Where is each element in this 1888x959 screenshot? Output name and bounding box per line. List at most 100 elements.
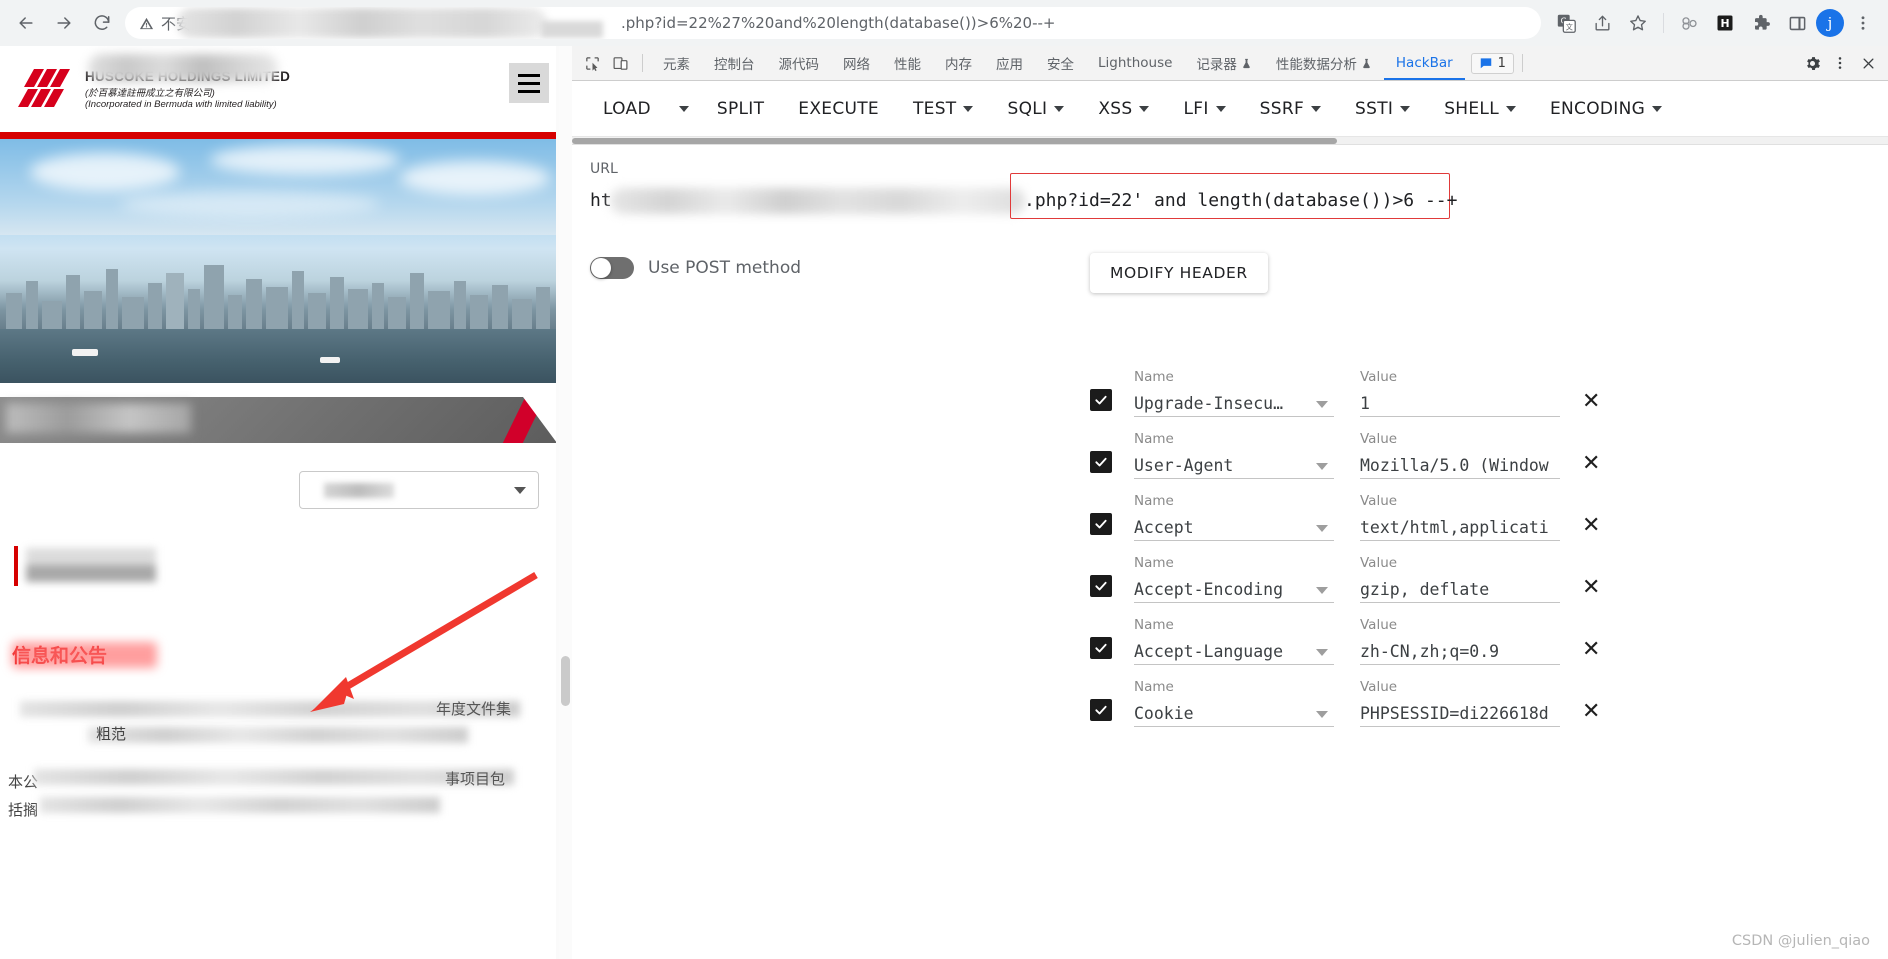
close-x-icon[interactable]: ✕ bbox=[1582, 453, 1600, 475]
modify-header-button[interactable]: MODIFY HEADER bbox=[1090, 253, 1268, 293]
shell-menu[interactable]: SHELL bbox=[1427, 89, 1533, 129]
share-icon[interactable] bbox=[1585, 6, 1619, 40]
tab-sources[interactable]: 源代码 bbox=[767, 46, 832, 80]
header-enabled-checkbox[interactable] bbox=[1090, 451, 1112, 473]
chevron-down-icon[interactable] bbox=[1316, 401, 1328, 408]
close-icon[interactable] bbox=[1854, 49, 1882, 77]
execute-button[interactable]: EXECUTE bbox=[781, 89, 896, 129]
hackbar-horizontal-scrollbar[interactable] bbox=[572, 137, 1888, 145]
header-enabled-checkbox[interactable] bbox=[1090, 513, 1112, 535]
ssti-menu[interactable]: SSTI bbox=[1338, 89, 1427, 129]
header-value-input[interactable]: Mozilla/5.0 (Window bbox=[1360, 453, 1560, 479]
header-value-input[interactable]: zh-CN,zh;q=0.9 bbox=[1360, 639, 1560, 665]
google-translate-icon[interactable]: G文 bbox=[1549, 6, 1583, 40]
tab-performance[interactable]: 性能 bbox=[882, 46, 933, 80]
header-name-field[interactable]: Name Cookie bbox=[1134, 679, 1334, 727]
chevron-down-icon[interactable] bbox=[1316, 525, 1328, 532]
chevron-down-icon[interactable] bbox=[1316, 711, 1328, 718]
header-name-field[interactable]: Name Accept-Language bbox=[1134, 617, 1334, 665]
chevron-down-icon[interactable] bbox=[1316, 649, 1328, 656]
side-panel-icon[interactable] bbox=[1780, 6, 1814, 40]
star-icon[interactable] bbox=[1621, 6, 1655, 40]
tab-label: HackBar bbox=[1395, 55, 1453, 71]
three-dot-menu-icon[interactable] bbox=[1826, 49, 1854, 77]
back-icon[interactable] bbox=[9, 6, 43, 40]
header-value-field[interactable]: Value gzip, deflate bbox=[1360, 555, 1560, 603]
xss-menu[interactable]: XSS bbox=[1081, 89, 1166, 129]
table-row: Name User-Agent Value Mozilla/5.0 (Windo… bbox=[1090, 417, 1880, 479]
header-value-field[interactable]: Value zh-CN,zh;q=0.9 bbox=[1360, 617, 1560, 665]
inspect-element-icon[interactable] bbox=[578, 49, 606, 77]
address-bar[interactable]: 不安 .php?id=22%27%20and%20length(database… bbox=[125, 7, 1541, 39]
console-message-badge[interactable]: 1 bbox=[1470, 52, 1514, 74]
header-name-input[interactable]: User-Agent bbox=[1134, 453, 1334, 479]
header-name-field[interactable]: Name Accept-Encoding bbox=[1134, 555, 1334, 603]
devtools-left-scrollbar[interactable] bbox=[559, 46, 572, 959]
sqli-menu[interactable]: SQLI bbox=[990, 89, 1081, 129]
chevron-down-icon[interactable] bbox=[1316, 463, 1328, 470]
header-value-input[interactable]: 1 bbox=[1360, 391, 1560, 417]
tab-console[interactable]: 控制台 bbox=[702, 46, 767, 80]
header-value-field[interactable]: Value PHPSESSID=di226618d bbox=[1360, 679, 1560, 727]
hamburger-menu-icon[interactable] bbox=[509, 63, 549, 103]
header-enabled-checkbox[interactable] bbox=[1090, 389, 1112, 411]
header-name-field[interactable]: Name User-Agent bbox=[1134, 431, 1334, 479]
close-x-icon[interactable]: ✕ bbox=[1582, 577, 1600, 599]
tab-memory[interactable]: 内存 bbox=[933, 46, 984, 80]
test-menu[interactable]: TEST bbox=[896, 89, 991, 129]
device-toolbar-icon[interactable] bbox=[606, 49, 634, 77]
split-button[interactable]: SPLIT bbox=[700, 89, 781, 129]
chevron-down-icon[interactable] bbox=[1316, 587, 1328, 594]
header-enabled-checkbox[interactable] bbox=[1090, 575, 1112, 597]
three-dot-menu-icon[interactable] bbox=[1846, 6, 1880, 40]
header-value-field[interactable]: Value Mozilla/5.0 (Window bbox=[1360, 431, 1560, 479]
extensions-puzzle-icon[interactable] bbox=[1744, 6, 1778, 40]
close-x-icon[interactable]: ✕ bbox=[1582, 639, 1600, 661]
tab-performance-insights[interactable]: 性能数据分析 bbox=[1264, 46, 1384, 80]
header-value-input[interactable]: text/html,applicati bbox=[1360, 515, 1560, 541]
header-name-input[interactable]: Accept-Language bbox=[1134, 639, 1334, 665]
gear-icon[interactable] bbox=[1798, 49, 1826, 77]
hackbar-scrollbar-thumb[interactable] bbox=[572, 138, 1337, 144]
tab-security[interactable]: 安全 bbox=[1035, 46, 1086, 80]
header-value-input[interactable]: gzip, deflate bbox=[1360, 577, 1560, 603]
tab-elements[interactable]: 元素 bbox=[651, 46, 702, 80]
load-label: LOAD bbox=[603, 98, 651, 119]
header-value-field[interactable]: Value 1 bbox=[1360, 369, 1560, 417]
header-name-field[interactable]: Name Accept bbox=[1134, 493, 1334, 541]
hackbar-extension-icon[interactable]: H bbox=[1708, 6, 1742, 40]
header-name-input[interactable]: Upgrade-Insecu… bbox=[1134, 391, 1334, 417]
header-name-input[interactable]: Cookie bbox=[1134, 701, 1334, 727]
tab-application[interactable]: 应用 bbox=[984, 46, 1035, 80]
ssrf-menu[interactable]: SSRF bbox=[1243, 89, 1338, 129]
forward-icon[interactable] bbox=[47, 6, 81, 40]
encoding-menu[interactable]: ENCODING bbox=[1533, 89, 1679, 129]
hero-cloud bbox=[210, 145, 400, 175]
header-name-input[interactable]: Accept bbox=[1134, 515, 1334, 541]
close-x-icon[interactable]: ✕ bbox=[1582, 391, 1600, 413]
devtools-left-scrollbar-thumb[interactable] bbox=[561, 656, 570, 706]
header-enabled-checkbox[interactable] bbox=[1090, 637, 1112, 659]
hero-cloud bbox=[120, 191, 380, 217]
reload-icon[interactable] bbox=[85, 6, 119, 40]
chain-extension-icon[interactable] bbox=[1672, 6, 1706, 40]
header-name-field[interactable]: Name Upgrade-Insecu… bbox=[1134, 369, 1334, 417]
quote-red-bar bbox=[14, 546, 18, 586]
header-value-field[interactable]: Value text/html,applicati bbox=[1360, 493, 1560, 541]
header-name-input[interactable]: Accept-Encoding bbox=[1134, 577, 1334, 603]
close-x-icon[interactable]: ✕ bbox=[1582, 515, 1600, 537]
header-value-input[interactable]: PHPSESSID=di226618d bbox=[1360, 701, 1560, 727]
avatar[interactable]: j bbox=[1816, 9, 1844, 37]
url-field-row: ht .php?id=22' and length(database())>6 … bbox=[590, 173, 1870, 223]
load-dropdown-caret[interactable] bbox=[668, 89, 700, 129]
header-enabled-checkbox[interactable] bbox=[1090, 699, 1112, 721]
year-select-dropdown[interactable] bbox=[299, 471, 539, 509]
tab-hackbar[interactable]: HackBar bbox=[1383, 46, 1465, 80]
close-x-icon[interactable]: ✕ bbox=[1582, 701, 1600, 723]
tab-network[interactable]: 网络 bbox=[831, 46, 882, 80]
tab-recorder[interactable]: 记录器 bbox=[1184, 46, 1264, 80]
tab-lighthouse[interactable]: Lighthouse bbox=[1086, 46, 1184, 80]
lfi-menu[interactable]: LFI bbox=[1166, 89, 1242, 129]
load-button[interactable]: LOAD bbox=[586, 89, 668, 129]
post-method-toggle[interactable] bbox=[590, 257, 634, 279]
